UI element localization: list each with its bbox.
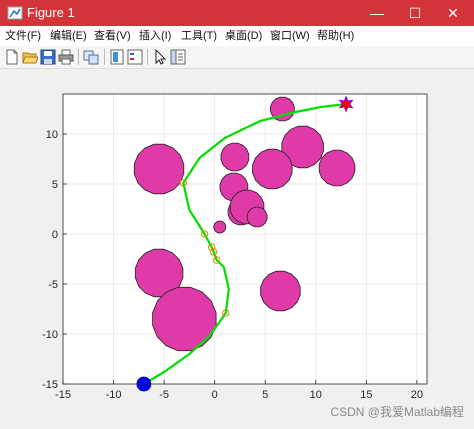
menu-edit[interactable]: 编辑(E) — [50, 29, 87, 43]
menu-tools[interactable]: 工具(T) — [181, 29, 217, 43]
x-tick-label: 0 — [212, 389, 218, 401]
obstacle — [133, 143, 185, 195]
link-plot-icon[interactable] — [83, 49, 99, 65]
y-tick-label: -10 — [42, 329, 58, 341]
obstacle — [318, 149, 356, 187]
axes-background — [63, 94, 427, 384]
matlab-figure-icon — [7, 6, 23, 20]
edit-plot-arrow-icon[interactable] — [152, 49, 168, 65]
menu-help[interactable]: 帮助(H) — [317, 29, 354, 43]
y-tick-label: 5 — [52, 179, 58, 191]
y-tick-label: 10 — [46, 129, 58, 141]
plot-area[interactable]: -15 -10 -5 0 5 10 15 20-15-10-50510 CSDN @我爱Mat… — [0, 69, 474, 424]
close-button[interactable]: ✕ — [434, 0, 472, 26]
property-inspector-icon[interactable] — [170, 49, 186, 65]
menu-bar: 文件(F) 编辑(E) 查看(V) 插入(I) 工具(T) 桌面(D) 窗口(W… — [0, 26, 474, 46]
obstacle — [260, 270, 301, 312]
insert-colorbar-icon[interactable] — [109, 49, 125, 65]
menu-file[interactable]: 文件(F) — [5, 29, 41, 43]
menu-window[interactable]: 窗口(W) — [270, 29, 310, 43]
toolbar-separator — [104, 49, 105, 65]
save-icon[interactable] — [40, 49, 56, 65]
obstacle — [220, 142, 250, 172]
watermark: CSDN @我爱Matlab编程 — [330, 404, 464, 419]
obstacle — [152, 286, 217, 352]
menu-insert[interactable]: 插入(I) — [139, 29, 171, 43]
x-tick-label: -10 — [106, 389, 122, 401]
x-tick-label: 20 — [411, 389, 423, 401]
x-tick-label: -5 — [159, 389, 169, 401]
obstacle — [252, 148, 293, 190]
toolbar — [0, 46, 474, 69]
insert-legend-icon[interactable] — [127, 49, 143, 65]
x-tick-label: 15 — [360, 389, 372, 401]
obstacle — [246, 206, 268, 228]
y-tick-label: 0 — [52, 229, 58, 241]
toolbar-separator — [147, 49, 148, 65]
minimize-button[interactable]: — — [358, 0, 396, 26]
toolbar-separator — [78, 49, 79, 65]
new-figure-icon[interactable] — [4, 49, 20, 65]
open-file-icon[interactable] — [22, 49, 38, 65]
maximize-button[interactable]: ☐ — [396, 0, 434, 26]
y-tick-label: -5 — [48, 279, 58, 291]
print-icon[interactable] — [58, 49, 74, 65]
y-tick-label: -15 — [42, 379, 58, 391]
title-bar: Figure 1 — ☐ ✕ — [0, 0, 474, 26]
window-title: Figure 1 — [27, 5, 75, 20]
menu-view[interactable]: 查看(V) — [94, 29, 131, 43]
x-tick-label: 10 — [310, 389, 322, 401]
obstacle — [213, 220, 227, 234]
menu-desktop[interactable]: 桌面(D) — [225, 29, 262, 43]
x-tick-label: 5 — [262, 389, 268, 401]
figure-canvas: -15 -10 -5 0 5 10 15 20 -15 -10 -5 0 5 10 CSDN @我爱Mat… — [0, 69, 474, 424]
